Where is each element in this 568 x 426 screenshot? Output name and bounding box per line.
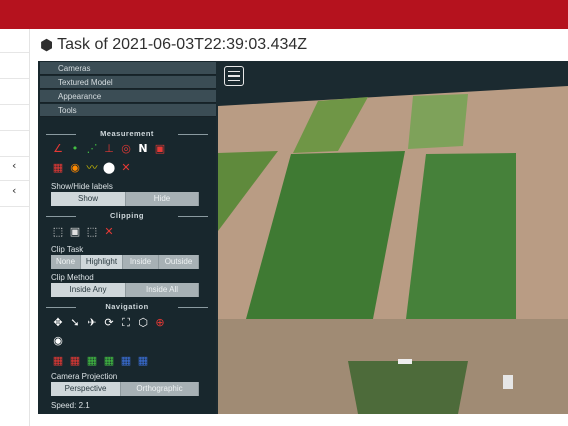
clip-task-label: Clip Task [51,245,84,254]
collapse-chevron-icon[interactable]: ‹ [12,185,16,197]
angle-icon[interactable]: ∠ [51,142,65,156]
potree-viewer[interactable]: Cameras Textured Model Appearance Tools … [38,61,568,414]
clipping-tools: ⬚ ▣ ⬚ ✕ [51,225,116,239]
nav-divider [0,206,29,207]
nav-divider [0,52,29,53]
distance-icon[interactable]: ⋰ [85,142,99,156]
clip-polygon-icon[interactable]: ▣ [68,225,82,239]
clip-volume-icon[interactable]: ⬚ [51,225,65,239]
eye-icon[interactable]: ◉ [51,334,65,348]
remove-clipping-icon[interactable]: ✕ [102,225,116,239]
crop-strip [408,94,468,149]
orthographic-button[interactable]: Orthographic [121,382,199,396]
camera-projection-label: Camera Projection [51,372,118,381]
back-view-icon[interactable]: ▦ [102,354,116,368]
measurement-tools: ∠ • ⋰ ⊥ ◎ N ▣ [51,142,167,156]
clip-task-outside[interactable]: Outside [159,255,199,269]
clip-method-label: Clip Method [51,273,94,282]
navigation-tools: ✥ ➘ ✈ ⟳ ⛶ ⬡ ⊕ [51,316,167,330]
circle-icon[interactable]: ◎ [119,142,133,156]
nav-divider [0,130,29,131]
navigation-tools-row2: ◉ [51,334,65,348]
view-cubes: ▦ ▦ ▦ ▦ ▦ ▦ [51,354,150,368]
clip-method-selector: Inside Any Inside All [51,283,199,297]
top-brand-bar [0,0,568,29]
nav-divider [0,180,29,181]
bottom-view-icon[interactable]: ▦ [136,354,150,368]
cube-icon: ⬢ [40,36,54,54]
nav-divider [0,156,29,157]
field-point-cloud [218,61,568,414]
clip-task-selector: None Highlight Inside Outside [51,255,199,269]
helicopter-icon[interactable]: ✈ [85,316,99,330]
labels-toggle: Show Hide [51,192,199,206]
clip-task-highlight[interactable]: Highlight [81,255,123,269]
measurement-header: Measurement [42,129,212,139]
point-icon[interactable]: • [68,142,82,156]
profile-icon[interactable]: 〰 [85,161,99,175]
height-icon[interactable]: ⊥ [102,142,116,156]
compass-icon[interactable]: ⊕ [153,316,167,330]
remove-all-icon[interactable]: ✕ [119,161,133,175]
task-title: Task of 2021-06-03T22:39:03.434Z [57,36,308,53]
area-icon[interactable]: ▣ [153,142,167,156]
nav-divider [0,104,29,105]
field-marker [503,375,513,389]
earth-controls-icon[interactable]: ✥ [51,316,65,330]
clip-task-inside[interactable]: Inside [123,255,159,269]
navigation-cube-icon[interactable]: ⬡ [136,316,150,330]
foreground-crop [348,361,468,414]
north-arrow-icon[interactable]: N [136,142,150,156]
right-view-icon[interactable]: ▦ [119,354,133,368]
point-cloud-viewport[interactable] [218,61,568,414]
focus-icon[interactable]: ⛶ [119,316,133,330]
accordion-cameras[interactable]: Cameras [40,62,216,75]
front-view-icon[interactable]: ▦ [68,354,82,368]
measurement-tools-row2: ▦ ◉ 〰 ⬤ ✕ [51,161,133,175]
page-title: ⬢ Task of 2021-06-03T22:39:03.434Z [40,36,307,54]
clip-method-inside-any[interactable]: Inside Any [51,283,126,297]
projection-selector: Perspective Orthographic [51,382,199,396]
volume-icon[interactable]: ▦ [51,161,65,175]
clip-method-inside-all[interactable]: Inside All [126,283,199,297]
tools-sidebar: Cameras Textured Model Appearance Tools … [38,61,216,414]
accordion-textured-model[interactable]: Textured Model [40,76,216,89]
top-view-icon[interactable]: ▦ [85,354,99,368]
clip-screen-icon[interactable]: ⬚ [85,225,99,239]
accordion-appearance[interactable]: Appearance [40,90,216,103]
clipping-header: Clipping [42,211,212,221]
accordion-tools[interactable]: Tools [40,104,216,117]
collapse-chevron-icon[interactable]: ‹ [12,160,16,172]
nav-divider [0,78,29,79]
menu-icon[interactable] [224,66,244,86]
speed-label: Speed: 2.1 [51,401,90,410]
show-hide-labels-label: Show/Hide labels [51,182,113,191]
left-navigation-column: ‹ ‹ [0,29,30,426]
circle-target-icon[interactable]: ◉ [68,161,82,175]
annotation-icon[interactable]: ⬤ [102,161,116,175]
clip-task-none[interactable]: None [51,255,81,269]
fly-controls-icon[interactable]: ➘ [68,316,82,330]
field-marker [398,359,412,364]
navigation-header: Navigation [42,302,212,312]
show-labels-button[interactable]: Show [51,192,126,206]
orbit-controls-icon[interactable]: ⟳ [102,316,116,330]
left-view-icon[interactable]: ▦ [51,354,65,368]
hide-labels-button[interactable]: Hide [126,192,199,206]
perspective-button[interactable]: Perspective [51,382,121,396]
